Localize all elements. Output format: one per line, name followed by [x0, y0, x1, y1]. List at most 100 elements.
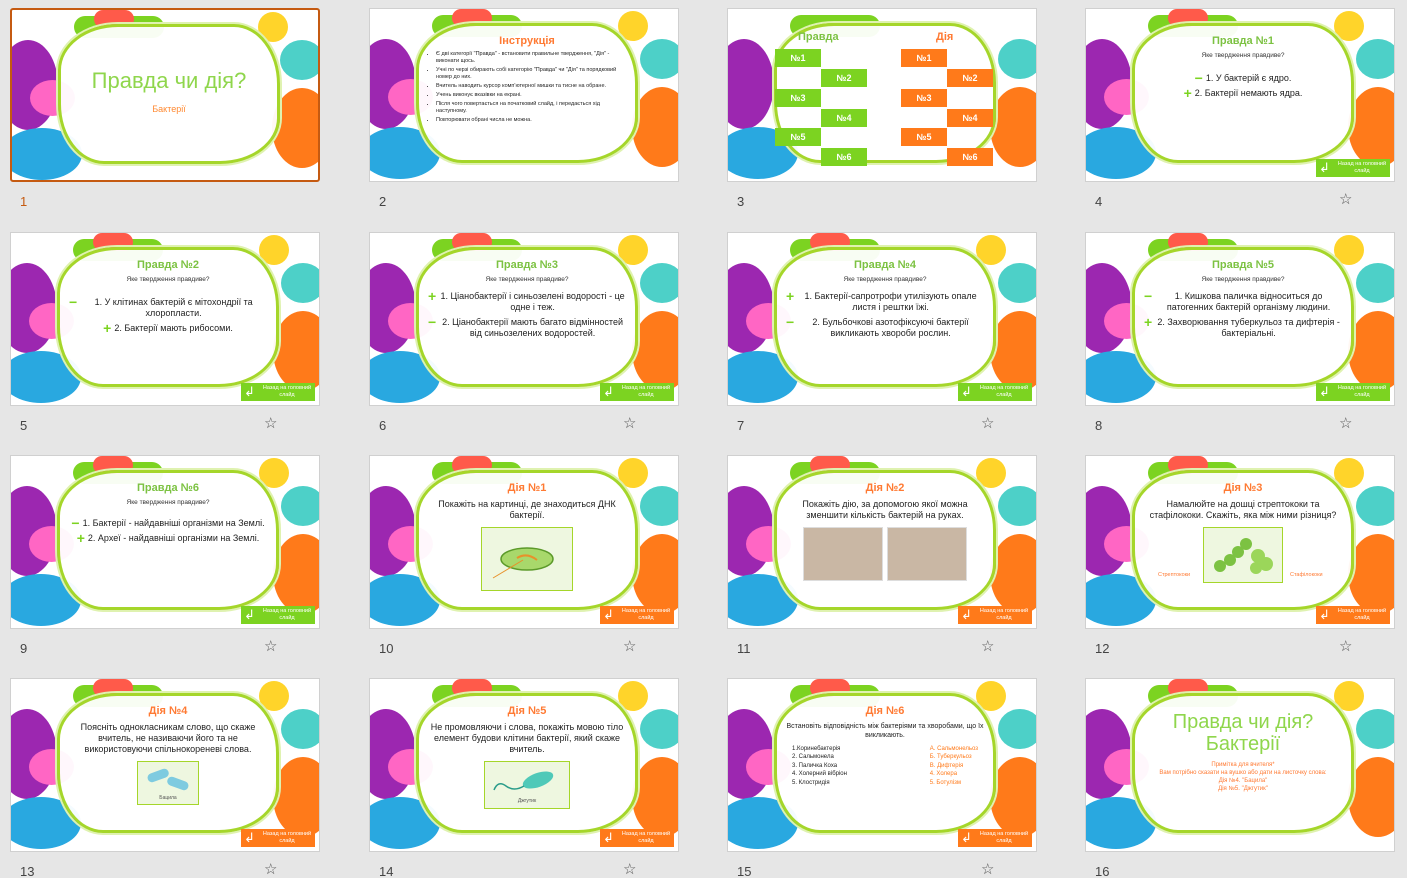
star-icon[interactable]: ☆ [981, 416, 994, 431]
plus-icon: + [428, 288, 437, 304]
slide-thumbnail-12[interactable]: Дія №3 Намалюйте на дошці стрептококи та… [1085, 455, 1395, 629]
star-icon[interactable]: ☆ [623, 639, 636, 654]
star-icon[interactable]: ☆ [264, 639, 277, 654]
slide-thumbnail-11[interactable]: Дія №2 Покажіть дію, за допомогою якої м… [727, 455, 1037, 629]
truth-tile-5[interactable]: №5 [775, 128, 821, 146]
truth-tile-3[interactable]: №3 [775, 89, 821, 107]
slide-thumbnail-3[interactable]: Правда Дія №1 №2 №3 №4 №5 №6 №1 №2 №3 №4… [727, 8, 1037, 182]
list-item: 2. Сальмонела [792, 754, 834, 761]
slide-thumbnail-14[interactable]: Дія №5 Не промовляючи і слова, покажіть … [369, 678, 679, 852]
star-icon[interactable]: ☆ [1339, 639, 1352, 654]
back-to-main-button[interactable]: ↲ Назад на головний слайд [600, 829, 674, 847]
truth-tile-6[interactable]: №6 [821, 148, 867, 166]
back-to-main-button[interactable]: ↲ Назад на головний слайд [600, 383, 674, 401]
back-to-main-button[interactable]: ↲ Назад на головний слайд [1316, 159, 1390, 177]
staphylococci-label: Стафілококи [1290, 572, 1323, 578]
dare-tile-6[interactable]: №6 [947, 148, 993, 166]
back-to-main-button[interactable]: ↲ Назад на головний слайд [958, 383, 1032, 401]
flagellum-icon [493, 771, 554, 791]
question-text: Яке твердження правдиве? [1201, 52, 1285, 59]
slide-thumbnail-6[interactable]: Правда №3 Яке твердження правдиве? +1. Ц… [369, 232, 679, 406]
teacher-note-title: Примітка для вчителя* [1211, 762, 1275, 768]
back-to-main-button[interactable]: ↲ Назад на головний слайд [1316, 606, 1390, 624]
slide-title: Правда №4 [853, 259, 917, 271]
dare-tile-1[interactable]: №1 [901, 49, 947, 67]
dare-tile-3[interactable]: №3 [901, 89, 947, 107]
slide-number: 16 [1095, 864, 1110, 878]
teacher-note-text: Вам потрібно сказати на вушко або дати н… [1159, 770, 1327, 776]
hand-washing-image [803, 527, 883, 581]
list-item: Після чого повертається на початковий сл… [436, 101, 626, 115]
cocci-icon [1214, 538, 1273, 574]
task-text: Встановіть відповідність між бактеріями … [786, 723, 984, 739]
truth-tile-1[interactable]: №1 [775, 49, 821, 67]
slide-number: 14 [379, 864, 394, 878]
star-icon[interactable]: ☆ [623, 862, 636, 877]
slide-cell-14: Дія №5 Не промовляючи і слова, покажіть … [369, 678, 679, 878]
slide-thumbnail-15[interactable]: Дія №6 Встановіть відповідність між бакт… [727, 678, 1037, 852]
slide-thumbnail-7[interactable]: Правда №4 Яке твердження правдиве? +1. Б… [727, 232, 1037, 406]
slide-sorter: Правда чи дія? Бактерії 1 Інструкція Є д… [0, 0, 1407, 878]
slide-title: Інструкція [499, 35, 555, 47]
return-arrow-icon: ↲ [244, 384, 255, 399]
star-icon[interactable]: ☆ [1339, 416, 1352, 431]
slide-number: 1 [20, 194, 28, 209]
slide-cell-12: Дія №3 Намалюйте на дошці стрептококи та… [1085, 455, 1395, 656]
slide-cell-15: Дія №6 Встановіть відповідність між бакт… [727, 678, 1037, 878]
star-icon[interactable]: ☆ [623, 416, 636, 431]
statement-1: −1. У клітинах бактерій є мітохондрії та… [69, 294, 253, 318]
return-arrow-icon: ↲ [603, 830, 614, 845]
plus-icon: + [103, 320, 112, 336]
statement-1: −1. У бактерій є ядро. [1194, 70, 1292, 86]
back-to-main-button[interactable]: ↲ Назад на головний слайд [600, 606, 674, 624]
teacher-note-word-2: Дія №5. "Джгутик" [1218, 786, 1268, 792]
slide-cell-5: Правда №2 Яке твердження правдиве? −1. У… [10, 232, 320, 433]
slide-number: 3 [737, 194, 745, 209]
slide-cell-4: Правда №1 Яке твердження правдиве? −1. У… [1085, 8, 1395, 209]
dare-tile-2[interactable]: №2 [947, 69, 993, 87]
slide-thumbnail-16[interactable]: Правда чи дія? Бактерії Примітка для вчи… [1085, 678, 1395, 852]
back-to-main-button[interactable]: ↲ Назад на головний слайд [958, 829, 1032, 847]
slide-title: Дія №4 [148, 705, 188, 717]
star-icon[interactable]: ☆ [1339, 192, 1352, 207]
slide-number: 2 [379, 194, 387, 209]
slide-thumbnail-13[interactable]: Дія №4 Поясніть однокласникам слово, що … [10, 678, 320, 852]
star-icon[interactable]: ☆ [981, 639, 994, 654]
slide-thumbnail-2[interactable]: Інструкція Є дві категорії "Правда" - вс… [369, 8, 679, 182]
slide-title: Правда №6 [136, 482, 200, 494]
task-text: Намалюйте на дошці стрептококи та стафіл… [1149, 499, 1337, 520]
streptococci-label: Стрептококи [1158, 572, 1191, 578]
back-to-main-button[interactable]: ↲ Назад на головний слайд [1316, 383, 1390, 401]
back-to-main-button[interactable]: ↲ Назад на головний слайд [958, 606, 1032, 624]
hands-images [786, 527, 984, 581]
slide-number: 15 [737, 864, 752, 878]
truth-tile-2[interactable]: №2 [821, 69, 867, 87]
slide-thumbnail-8[interactable]: Правда №5 Яке твердження правдиве? −1. К… [1085, 232, 1395, 406]
slide-thumbnail-4[interactable]: Правда №1 Яке твердження правдиве? −1. У… [1085, 8, 1395, 182]
slide-thumbnail-5[interactable]: Правда №2 Яке твердження правдиве? −1. У… [10, 232, 320, 406]
slide-cell-11: Дія №2 Покажіть дію, за допомогою якої м… [727, 455, 1037, 656]
return-arrow-icon: ↲ [961, 830, 972, 845]
back-to-main-button[interactable]: ↲ Назад на головний слайд [241, 383, 315, 401]
list-item: Є дві категорії "Правда" - встановити пр… [436, 51, 626, 65]
slide-thumbnail-1[interactable]: Правда чи дія? Бактерії [10, 8, 320, 182]
dare-tile-4[interactable]: №4 [947, 109, 993, 127]
truth-tile-4[interactable]: №4 [821, 109, 867, 127]
slide-thumbnail-9[interactable]: Правда №6 Яке твердження правдиве? −1. Б… [10, 455, 320, 629]
star-icon[interactable]: ☆ [264, 416, 277, 431]
slide-title: Дія №6 [865, 705, 905, 717]
instruction-list: Є дві категорії "Правда" - встановити пр… [428, 51, 626, 124]
statement-2: +2. Бактерії немають ядра. [1183, 85, 1303, 101]
back-to-main-button[interactable]: ↲ Назад на головний слайд [241, 606, 315, 624]
list-item: Учень виконує вказівки на екрані. [436, 92, 626, 99]
return-arrow-icon: ↲ [244, 607, 255, 622]
list-item: Б. Туберкульоз [929, 754, 972, 761]
star-icon[interactable]: ☆ [264, 862, 277, 877]
return-arrow-icon: ↲ [1319, 160, 1330, 175]
back-to-main-button[interactable]: ↲ Назад на головний слайд [241, 829, 315, 847]
dare-tile-5[interactable]: №5 [901, 128, 947, 146]
list-item: 4. Холера [929, 771, 958, 778]
star-icon[interactable]: ☆ [981, 862, 994, 877]
slide-number: 10 [379, 641, 394, 656]
slide-thumbnail-10[interactable]: Дія №1 Покажіть на картинці, де знаходит… [369, 455, 679, 629]
